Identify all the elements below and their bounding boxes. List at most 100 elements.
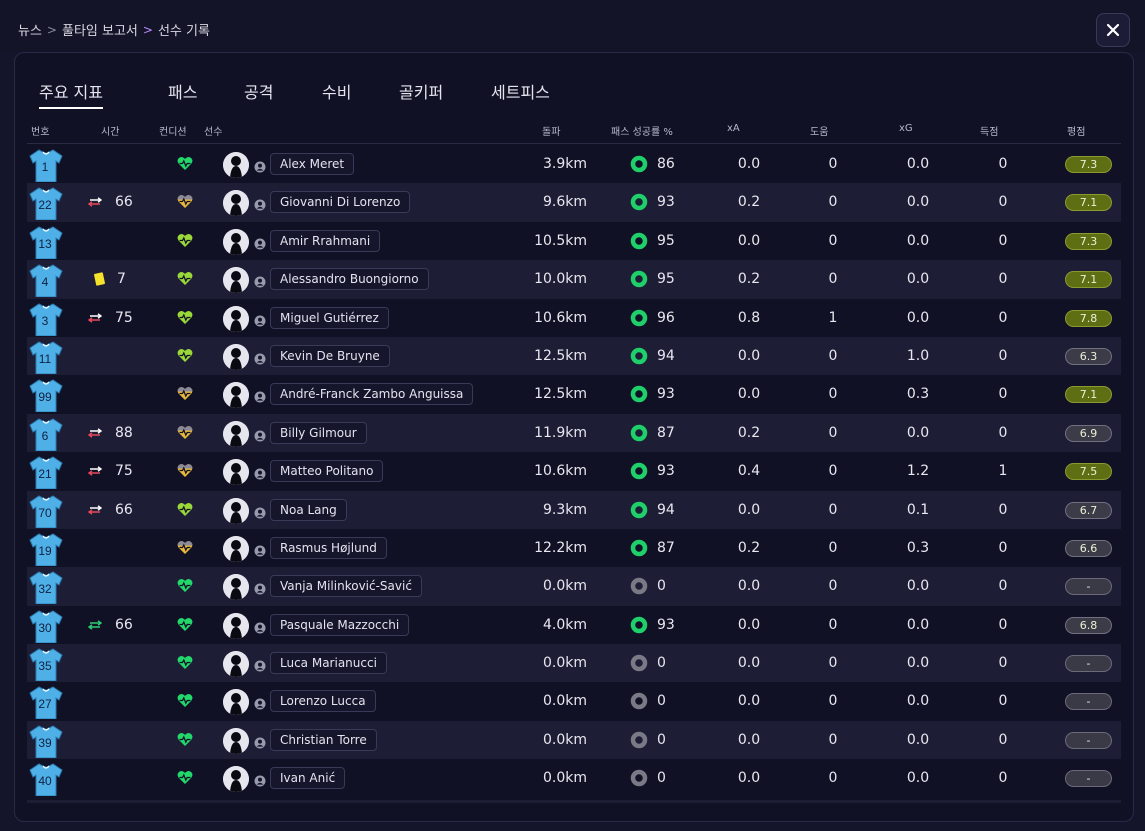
player-name-button[interactable]: Kevin De Bruyne <box>270 344 390 367</box>
table-row[interactable]: 35 Luca Marianucci 0.0km 0 0.0 0 0.0 0 - <box>27 644 1121 683</box>
col-goals[interactable]: 득점 <box>980 123 998 138</box>
pass-ring-icon <box>630 462 648 480</box>
player-name-button[interactable]: Lorenzo Lucca <box>270 690 376 713</box>
table-row[interactable]: 40 Ivan Anić 0.0km 0 0.0 0 0.0 0 - <box>27 759 1121 797</box>
rating-badge: 6.8 <box>1065 616 1112 634</box>
breadcrumb-fulltime-report[interactable]: 풀타임 보고서 <box>62 20 138 39</box>
table-row[interactable]: 11 Kevin De Bruyne 12.5km 94 0.0 0 1.0 0 6.3 <box>27 336 1121 376</box>
col-player[interactable]: 선수 <box>204 123 222 138</box>
pass-ring-icon <box>630 385 648 403</box>
table-row[interactable]: 32 Vanja Milinković-Savić 0.0km 0 0.0 0 0.0 0 - <box>27 567 1121 606</box>
table-row[interactable]: 21 75 Matteo Politano 10.6km 93 0.4 0 1.2 1 7.5 <box>27 452 1121 490</box>
shirt-number: 1 <box>41 160 49 174</box>
shirt-number: 22 <box>38 198 52 213</box>
pass-ring-icon <box>630 347 648 365</box>
close-button[interactable] <box>1096 13 1130 47</box>
table-row[interactable]: 4 7 Alessandro Buongiorno 10.0km 95 0.2 0 0.0 0 7… <box>27 260 1121 299</box>
tab-defense[interactable]: 수비 <box>322 79 351 107</box>
assists-value: 0 <box>828 578 838 595</box>
col-xg[interactable]: xG <box>899 123 913 134</box>
player-profile-icon[interactable] <box>254 350 266 365</box>
player-name-button[interactable]: Rasmus Højlund <box>270 536 387 559</box>
col-xa[interactable]: xA <box>727 123 740 134</box>
pass-pct-value: 95 <box>657 232 675 249</box>
player-profile-icon[interactable] <box>254 235 266 250</box>
goals-value: 0 <box>998 347 1008 364</box>
rating-badge: 7.1 <box>1065 271 1112 289</box>
player-profile-icon[interactable] <box>254 772 266 787</box>
player-name-button[interactable]: Billy Gilmour <box>270 421 367 444</box>
table-row[interactable]: 39 Christian Torre 0.0km 0 0.0 0 0.0 0 - <box>27 720 1121 760</box>
col-rating[interactable]: 평점 <box>1067 123 1085 138</box>
player-profile-icon[interactable] <box>254 580 266 595</box>
goals-value: 0 <box>998 386 1008 403</box>
breadcrumb-news[interactable]: 뉴스 <box>18 20 42 39</box>
table-row[interactable]: 99 André-Franck Zambo Anguissa 12.5km 93 0.0… <box>27 375 1121 413</box>
col-assists[interactable]: 도움 <box>810 123 828 138</box>
player-profile-icon[interactable] <box>254 158 266 173</box>
player-profile-icon[interactable] <box>254 695 266 710</box>
player-name-button[interactable]: André-Franck Zambo Anguissa <box>270 383 474 406</box>
col-time[interactable]: 시간 <box>101 123 119 138</box>
assists-value: 0 <box>828 463 838 480</box>
tab-goalkeeper[interactable]: 골키퍼 <box>399 79 443 107</box>
player-name-button[interactable]: Christian Torre <box>270 728 377 751</box>
col-number[interactable]: 번호 <box>31 123 49 138</box>
shirt-icon: 3 <box>29 302 63 337</box>
rating-badge: 7.8 <box>1065 309 1112 327</box>
player-name-button[interactable]: Pasquale Mazzocchi <box>270 613 410 636</box>
player-name-button[interactable]: Vanja Milinković-Savić <box>270 575 422 598</box>
assists-value: 0 <box>828 194 838 211</box>
condition-heart-icon <box>177 310 193 325</box>
player-profile-icon[interactable] <box>254 388 266 403</box>
player-profile-icon[interactable] <box>254 312 266 327</box>
player-profile-icon[interactable] <box>254 427 266 442</box>
player-name-button[interactable]: Alex Meret <box>270 153 355 175</box>
player-name-button[interactable]: Ivan Anić <box>270 767 346 790</box>
table-row[interactable]: 19 Rasmus Højlund 12.2km 87 0.2 0 0.3 0 6.6 <box>27 529 1121 567</box>
player-name-button[interactable]: Luca Marianucci <box>270 652 387 675</box>
col-pass-pct[interactable]: 패스 성공률 % <box>611 123 673 138</box>
tab-attack[interactable]: 공격 <box>244 79 273 107</box>
player-name-button[interactable]: Alessandro Buongiorno <box>270 268 429 291</box>
tab-set-pieces[interactable]: 세트피스 <box>491 79 550 107</box>
shirt-icon: 19 <box>29 532 63 567</box>
table-row[interactable]: 3 75 Miguel Gutiérrez 10.6km 96 0.8 1 0.0 0 7.8 <box>27 299 1121 337</box>
table-row[interactable]: 30 66 Pasquale Mazzocchi 4.0km 93 0.0 0 0.0 0 6.8 <box>27 606 1121 644</box>
chevron-right-icon: > <box>46 22 57 37</box>
player-profile-icon[interactable] <box>254 657 266 672</box>
table-row[interactable]: 27 Lorenzo Lucca 0.0km 0 0.0 0 0.0 0 - <box>27 682 1121 720</box>
table-row[interactable]: 70 66 Noa Lang 9.3km 94 0.0 0 0.1 0 6.7 <box>27 490 1121 529</box>
player-profile-icon[interactable] <box>254 273 266 288</box>
col-distance[interactable]: 돌파 <box>542 123 560 138</box>
player-profile-icon[interactable] <box>254 504 266 519</box>
distance-value: 0.0km <box>542 770 587 787</box>
xa-value: 0.0 <box>737 616 761 633</box>
table-row[interactable]: 13 Amir Rrahmani 10.5km 95 0.0 0 0.0 0 7.3 <box>27 222 1121 260</box>
distance-value: 3.9km <box>542 156 587 172</box>
player-name-button[interactable]: Giovanni Di Lorenzo <box>270 191 411 214</box>
close-icon <box>1106 23 1120 37</box>
table-row[interactable]: 1 Alex Meret 3.9km 86 0.0 0 0.0 0 7.3 <box>27 145 1121 183</box>
goals-value: 0 <box>998 156 1008 172</box>
player-profile-icon[interactable] <box>254 465 266 480</box>
xg-value: 0.0 <box>906 156 930 172</box>
pass-ring-icon <box>630 731 648 749</box>
table-row[interactable]: 6 88 Billy Gilmour 11.9km 87 0.2 0 0.0 0 6.9 <box>27 413 1121 453</box>
substitution-icon <box>87 427 103 438</box>
tab-passing[interactable]: 패스 <box>168 79 197 107</box>
player-name-button[interactable]: Amir Rrahmani <box>270 229 381 252</box>
tab-key-stats[interactable]: 주요 지표 <box>39 79 103 109</box>
player-profile-icon[interactable] <box>254 196 266 211</box>
player-profile-icon[interactable] <box>254 619 266 634</box>
player-name-button[interactable]: Matteo Politano <box>270 460 384 483</box>
player-name-button[interactable]: Miguel Gutiérrez <box>270 306 389 329</box>
distance-value: 12.5km <box>534 347 587 364</box>
player-name-button[interactable]: Noa Lang <box>270 498 347 521</box>
condition-heart-icon <box>177 271 193 286</box>
col-condition[interactable]: 컨디션 <box>159 123 187 138</box>
table-row[interactable]: 22 66 Giovanni Di Lorenzo 9.6km 93 0.2 0 0.0 0 7.… <box>27 183 1121 222</box>
player-profile-icon[interactable] <box>254 734 266 749</box>
player-profile-icon[interactable] <box>254 542 266 557</box>
substitution-icon <box>87 619 103 630</box>
